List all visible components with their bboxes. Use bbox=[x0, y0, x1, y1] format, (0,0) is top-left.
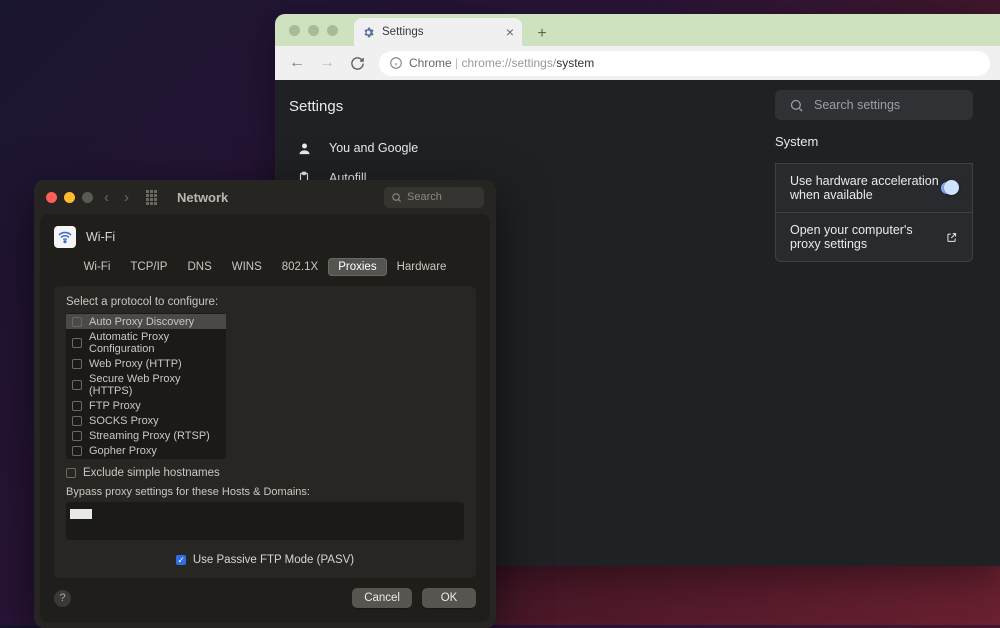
toolbar: ← → Chrome | chrome://settings/system bbox=[275, 46, 1000, 80]
exclude-hostnames-row[interactable]: Exclude simple hostnames bbox=[66, 467, 464, 479]
wifi-header: Wi-Fi bbox=[54, 224, 476, 256]
checkbox-checked[interactable] bbox=[176, 555, 186, 565]
section-title: System bbox=[775, 134, 973, 149]
network-preferences-window: ‹ › Network Search Wi-Fi Wi-Fi TCP/IP DN… bbox=[34, 180, 496, 628]
hw-accel-toggle[interactable] bbox=[941, 182, 958, 194]
protocol-item[interactable]: Automatic Proxy Configuration bbox=[66, 329, 226, 356]
forward-button[interactable]: → bbox=[315, 51, 339, 75]
checkbox[interactable] bbox=[72, 401, 82, 411]
prefs-titlebar: ‹ › Network Search bbox=[34, 180, 496, 214]
sidebar-item-label: You and Google bbox=[329, 141, 418, 155]
settings-search[interactable]: Search settings bbox=[775, 90, 973, 120]
checkbox[interactable] bbox=[72, 446, 82, 456]
tab-8021x[interactable]: 802.1X bbox=[272, 258, 328, 276]
sidebar-item-you-and-google[interactable]: You and Google bbox=[285, 133, 485, 163]
tab-wifi[interactable]: Wi-Fi bbox=[74, 258, 121, 276]
hw-accel-row: Use hardware acceleration when available bbox=[775, 163, 973, 213]
cancel-button[interactable]: Cancel bbox=[352, 588, 412, 608]
minimize-dot[interactable] bbox=[64, 192, 75, 203]
checkbox[interactable] bbox=[72, 380, 82, 390]
bypass-textarea[interactable] bbox=[66, 502, 464, 540]
show-all-icon[interactable] bbox=[146, 190, 160, 204]
protocol-item[interactable]: Auto Proxy Discovery bbox=[66, 314, 226, 329]
system-section: System Use hardware acceleration when av… bbox=[775, 134, 973, 262]
row-label: Use hardware acceleration when available bbox=[790, 174, 941, 202]
search-icon bbox=[391, 192, 402, 203]
tab-tcpip[interactable]: TCP/IP bbox=[120, 258, 177, 276]
advanced-tabs: Wi-Fi TCP/IP DNS WINS 802.1X Proxies Har… bbox=[54, 258, 476, 276]
close-dot[interactable] bbox=[46, 192, 57, 203]
browser-tab[interactable]: Settings × bbox=[354, 18, 522, 46]
checkbox[interactable] bbox=[72, 359, 82, 369]
wifi-icon bbox=[54, 226, 76, 248]
proxies-panel: Select a protocol to configure: Auto Pro… bbox=[54, 286, 476, 578]
select-protocol-label: Select a protocol to configure: bbox=[66, 296, 464, 308]
search-icon bbox=[789, 98, 804, 113]
protocol-item[interactable]: Gopher Proxy bbox=[66, 443, 226, 458]
zoom-dot[interactable] bbox=[82, 192, 93, 203]
ok-button[interactable]: OK bbox=[422, 588, 476, 608]
button-row: ? Cancel OK bbox=[54, 588, 476, 608]
checkbox[interactable] bbox=[72, 338, 82, 348]
forward-button[interactable]: › bbox=[124, 189, 129, 206]
protocol-list[interactable]: Auto Proxy Discovery Automatic Proxy Con… bbox=[66, 313, 226, 459]
tab-strip: Settings × + bbox=[275, 14, 1000, 46]
tab-hardware[interactable]: Hardware bbox=[387, 258, 457, 276]
checkbox[interactable] bbox=[72, 317, 82, 327]
row-label: Open your computer's proxy settings bbox=[790, 223, 946, 251]
close-dot[interactable] bbox=[289, 25, 300, 36]
new-tab-button[interactable]: + bbox=[530, 22, 554, 46]
url: Chrome | chrome://settings/system bbox=[409, 56, 594, 70]
protocol-item[interactable]: SOCKS Proxy bbox=[66, 413, 226, 428]
omnibox[interactable]: Chrome | chrome://settings/system bbox=[379, 51, 990, 76]
back-button[interactable]: ‹ bbox=[104, 189, 109, 206]
protocol-item[interactable]: Web Proxy (HTTP) bbox=[66, 356, 226, 371]
protocol-item[interactable]: Secure Web Proxy (HTTPS) bbox=[66, 371, 226, 398]
protocol-item[interactable]: FTP Proxy bbox=[66, 398, 226, 413]
checkbox[interactable] bbox=[72, 431, 82, 441]
passive-ftp-row[interactable]: Use Passive FTP Mode (PASV) bbox=[66, 554, 464, 566]
site-info-icon[interactable] bbox=[389, 56, 403, 70]
prefs-search[interactable]: Search bbox=[384, 187, 484, 208]
tab-proxies[interactable]: Proxies bbox=[328, 258, 386, 276]
reload-button[interactable] bbox=[345, 51, 369, 75]
gear-icon bbox=[362, 26, 375, 39]
help-button[interactable]: ? bbox=[54, 590, 71, 607]
checkbox[interactable] bbox=[72, 416, 82, 426]
back-button[interactable]: ← bbox=[285, 51, 309, 75]
zoom-dot[interactable] bbox=[327, 25, 338, 36]
proxy-settings-row[interactable]: Open your computer's proxy settings bbox=[775, 213, 973, 262]
bypass-label: Bypass proxy settings for these Hosts & … bbox=[66, 486, 464, 498]
checkbox[interactable] bbox=[66, 468, 76, 478]
interface-title: Wi-Fi bbox=[86, 230, 115, 244]
window-title: Network bbox=[177, 190, 228, 205]
window-controls bbox=[275, 14, 352, 46]
external-link-icon bbox=[946, 230, 958, 245]
protocol-item[interactable]: Streaming Proxy (RTSP) bbox=[66, 428, 226, 443]
tab-wins[interactable]: WINS bbox=[222, 258, 272, 276]
pasv-label: Use Passive FTP Mode (PASV) bbox=[193, 554, 354, 566]
tab-title: Settings bbox=[382, 26, 424, 38]
tab-dns[interactable]: DNS bbox=[177, 258, 221, 276]
exclude-label: Exclude simple hostnames bbox=[83, 467, 220, 479]
search-placeholder: Search settings bbox=[814, 98, 900, 112]
person-icon bbox=[295, 141, 313, 156]
prefs-body: Wi-Fi Wi-Fi TCP/IP DNS WINS 802.1X Proxi… bbox=[40, 214, 490, 622]
minimize-dot[interactable] bbox=[308, 25, 319, 36]
close-tab-icon[interactable]: × bbox=[506, 24, 514, 40]
search-placeholder: Search bbox=[407, 191, 442, 203]
